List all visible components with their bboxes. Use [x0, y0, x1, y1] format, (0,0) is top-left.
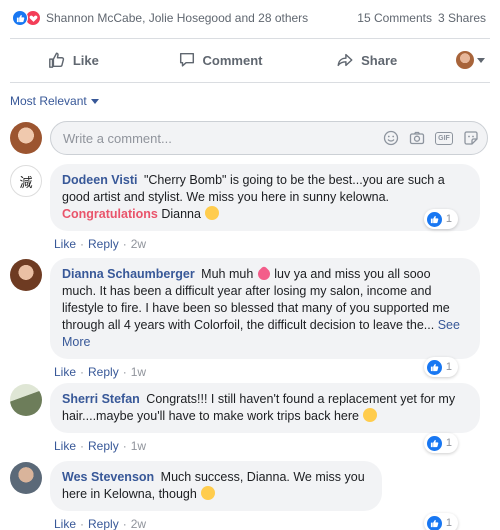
comments-count[interactable]: 15 Comments	[357, 11, 432, 25]
comment-bubble: Wes Stevenson Much success, Dianna. We m…	[50, 461, 382, 511]
chevron-down-icon	[90, 98, 99, 104]
comment-composer: GIF	[10, 120, 488, 156]
like-count-number: 1	[445, 437, 452, 449]
reaction-icons[interactable]	[12, 10, 41, 26]
comment-button[interactable]: Comment	[147, 51, 294, 69]
comment-reply-link[interactable]: Reply	[88, 237, 119, 251]
comment-text: Dianna	[161, 207, 201, 221]
comment-like-link[interactable]: Like	[54, 365, 76, 379]
comment-bubble: Dianna Schaumberger Muh muh luv ya and m…	[50, 258, 480, 359]
comment-author[interactable]: Sherri Stefan	[62, 392, 140, 406]
avatar[interactable]	[10, 259, 42, 291]
gif-icon[interactable]: GIF	[435, 131, 453, 145]
tear-emoji-icon	[201, 486, 216, 500]
reactors-text[interactable]: Shannon McCabe, Jolie Hosegood and 28 ot…	[46, 11, 308, 25]
avatar[interactable]	[10, 384, 42, 416]
emoji-icon[interactable]	[383, 130, 399, 146]
comment-icon	[179, 52, 194, 67]
reactions-summary: Shannon McCabe, Jolie Hosegood and 28 ot…	[0, 0, 500, 36]
comment: Dianna Schaumberger Muh muh luv ya and m…	[10, 258, 488, 379]
highlighted-word: Congratulations	[62, 207, 158, 221]
comment-author[interactable]: Dianna Schaumberger	[62, 267, 195, 281]
like-button[interactable]: Like	[0, 51, 147, 69]
like-icon	[426, 515, 442, 530]
shares-count[interactable]: 3 Shares	[438, 11, 486, 25]
comment-bubble: Sherri Stefan Congrats!!! I still haven'…	[50, 383, 480, 433]
smile-emoji-icon	[205, 206, 220, 220]
sort-comments-dropdown[interactable]: Most Relevant	[10, 94, 99, 108]
comment-like-link[interactable]: Like	[54, 517, 76, 530]
share-button[interactable]: Share	[293, 51, 440, 69]
avatar	[10, 122, 42, 154]
comment-reply-link[interactable]: Reply	[88, 365, 119, 379]
like-icon	[426, 435, 442, 451]
comment-reply-link[interactable]: Reply	[88, 517, 119, 530]
comment-timestamp[interactable]: 2w	[131, 237, 146, 251]
share-icon	[337, 53, 353, 67]
like-label: Like	[72, 52, 99, 68]
comment: Sherri Stefan Congrats!!! I still haven'…	[10, 383, 488, 453]
comment-timestamp[interactable]: 1w	[131, 365, 146, 379]
comment-like-link[interactable]: Like	[54, 439, 76, 453]
comment-like-link[interactable]: Like	[54, 237, 76, 251]
chevron-down-icon	[476, 57, 485, 63]
wink-emoji-icon	[363, 408, 378, 422]
share-label: Share	[361, 52, 398, 68]
like-count-number: 1	[445, 361, 452, 373]
comment-reply-link[interactable]: Reply	[88, 439, 119, 453]
comment-reaction-count[interactable]: 1	[423, 357, 458, 377]
comment-input-box[interactable]: GIF	[50, 121, 488, 155]
heart-emoji-icon	[255, 265, 273, 283]
avatar	[455, 51, 474, 69]
avatar[interactable]	[10, 462, 42, 494]
comment-author[interactable]: Dodeen Visti	[62, 173, 137, 187]
comment-text: Muh muh	[201, 267, 254, 281]
camera-icon[interactable]	[409, 130, 425, 146]
sticker-icon[interactable]	[463, 130, 479, 146]
comment-timestamp[interactable]: 2w	[131, 517, 146, 530]
comment: Wes Stevenson Much success, Dianna. We m…	[10, 461, 488, 530]
like-icon	[426, 211, 442, 227]
comment-bubble: Dodeen Visti "Cherry Bomb" is going to b…	[50, 164, 480, 231]
like-icon	[426, 359, 442, 375]
comment-reaction-count[interactable]: 1	[423, 209, 458, 229]
thumbs-up-icon	[48, 52, 64, 68]
share-as-selector[interactable]	[440, 51, 500, 69]
post-actions: Like Comment Share	[0, 40, 500, 80]
like-count-number: 1	[445, 517, 452, 529]
comment-reaction-count[interactable]: 1	[423, 513, 458, 530]
divider	[10, 82, 490, 83]
avatar[interactable]: 減	[10, 165, 42, 197]
sort-label: Most Relevant	[10, 94, 87, 108]
comment-label: Comment	[202, 52, 263, 68]
comment-timestamp[interactable]: 1w	[131, 439, 146, 453]
comment-author[interactable]: Wes Stevenson	[62, 470, 154, 484]
comment-reaction-count[interactable]: 1	[423, 433, 458, 453]
like-count-number: 1	[445, 213, 452, 225]
divider	[10, 38, 490, 39]
like-icon	[12, 10, 28, 26]
comment-input[interactable]	[63, 130, 383, 146]
comment: 減 Dodeen Visti "Cherry Bomb" is going to…	[10, 164, 488, 251]
